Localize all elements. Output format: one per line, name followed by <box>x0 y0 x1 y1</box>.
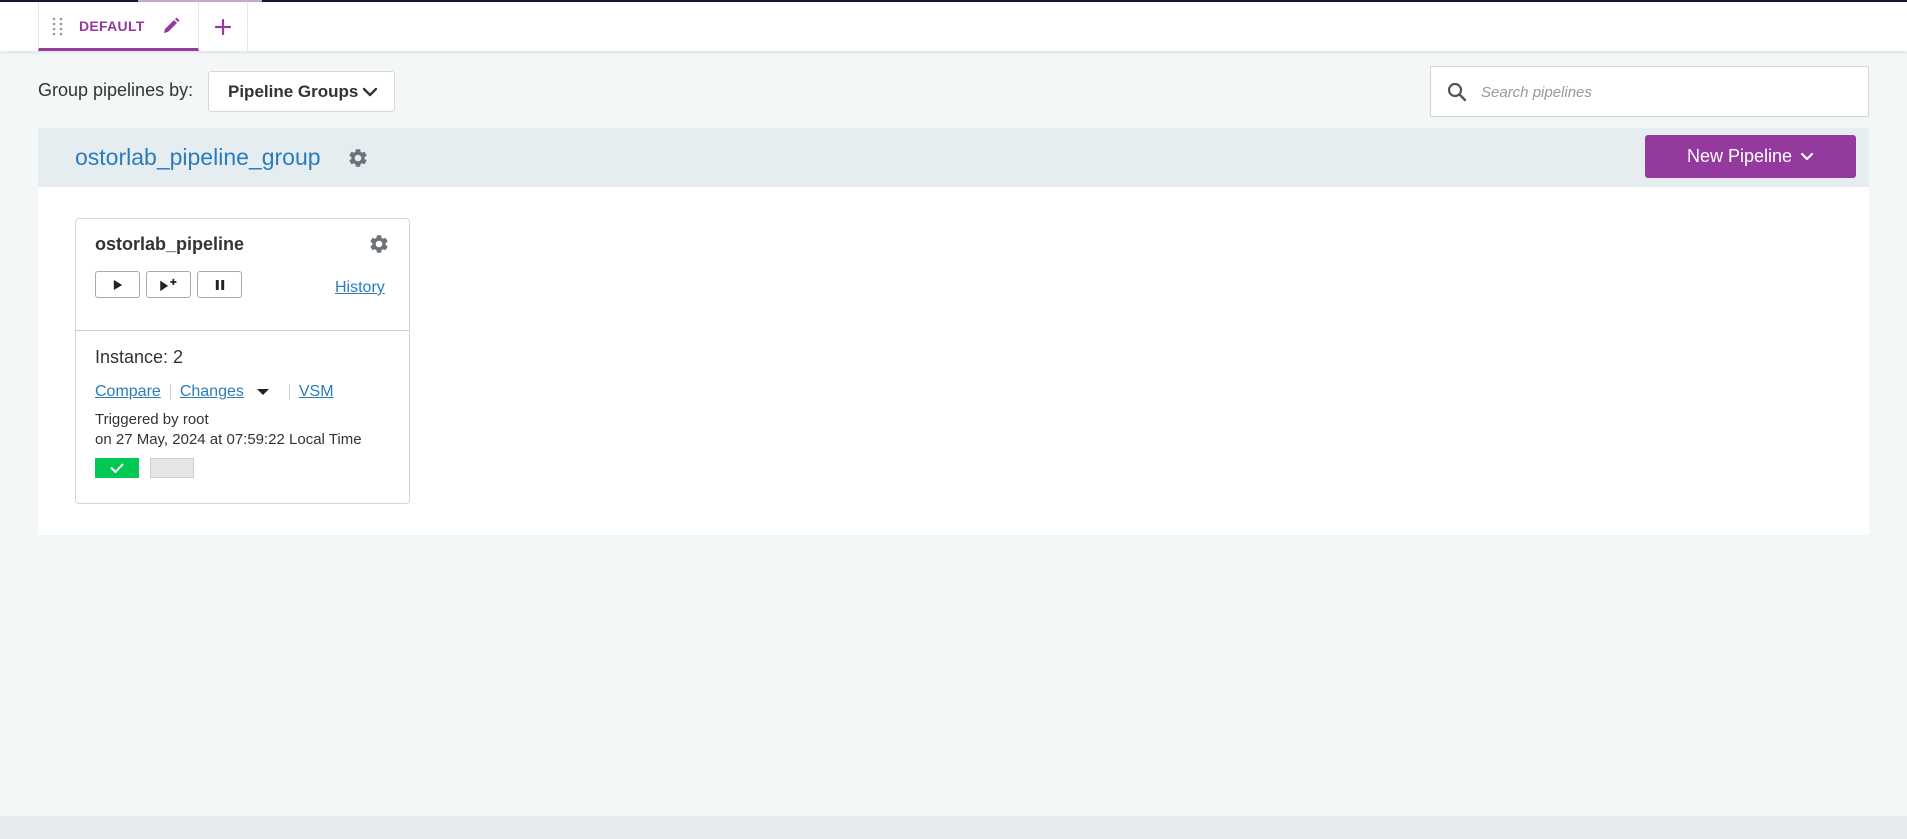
edit-tab-icon[interactable] <box>161 16 181 36</box>
dashboard-tab-bar: DEFAULT <box>0 2 1907 51</box>
check-icon <box>110 463 124 473</box>
search-box <box>1430 66 1869 117</box>
chevron-down-icon <box>362 87 378 97</box>
tab-default[interactable]: DEFAULT <box>38 2 199 51</box>
pipeline-group-name[interactable]: ostorlab_pipeline_group <box>75 144 321 171</box>
pipeline-card: ostorlab_pipeline History Instance: 2 Co… <box>75 218 410 504</box>
stage-not-run[interactable] <box>150 458 194 478</box>
play-icon <box>113 279 122 290</box>
gear-icon[interactable] <box>347 147 369 169</box>
compare-link[interactable]: Compare <box>95 383 161 401</box>
group-by-label: Group pipelines by: <box>38 80 194 100</box>
pause-icon <box>215 279 224 290</box>
trigger-with-options-button[interactable] <box>146 271 191 298</box>
search-icon <box>1447 82 1467 102</box>
triggered-by: Triggered by root <box>95 411 209 428</box>
pipeline-group: ostorlab_pipeline_group New Pipeline ost… <box>38 128 1869 535</box>
changes-caret-down-icon[interactable] <box>256 388 270 396</box>
triggered-on: on 27 May, 2024 at 07:59:22 Local Time <box>95 431 362 448</box>
changes-link[interactable]: Changes <box>180 383 244 401</box>
pipeline-group-header: ostorlab_pipeline_group New Pipeline <box>38 128 1869 187</box>
pause-button[interactable] <box>197 271 242 298</box>
stage-passed[interactable] <box>95 458 139 478</box>
drag-handle-icon[interactable] <box>51 16 65 38</box>
search-input[interactable] <box>1481 79 1851 105</box>
trigger-button[interactable] <box>95 271 140 298</box>
group-by-dropdown[interactable]: Pipeline Groups <box>208 71 395 112</box>
group-by-value: Pipeline Groups <box>228 81 359 101</box>
pipeline-name: ostorlab_pipeline <box>95 234 245 254</box>
new-pipeline-label: New Pipeline <box>1686 146 1793 166</box>
chevron-down-icon <box>1800 152 1814 160</box>
plus-icon <box>214 18 232 35</box>
add-tab-button[interactable] <box>199 2 248 51</box>
tab-label: DEFAULT <box>79 18 145 34</box>
vsm-link[interactable]: VSM <box>299 383 334 401</box>
history-link[interactable]: History <box>335 279 385 297</box>
play-with-options-icon <box>159 278 176 291</box>
card-divider <box>76 330 409 331</box>
footer-strip <box>0 816 1907 839</box>
new-pipeline-button[interactable]: New Pipeline <box>1645 135 1856 178</box>
link-separator <box>169 384 171 400</box>
instance-label: Instance: 2 <box>95 347 184 367</box>
instance-links: Compare Changes VSM <box>95 383 334 401</box>
pipeline-settings-gear-icon[interactable] <box>368 233 390 255</box>
link-separator <box>288 384 290 400</box>
